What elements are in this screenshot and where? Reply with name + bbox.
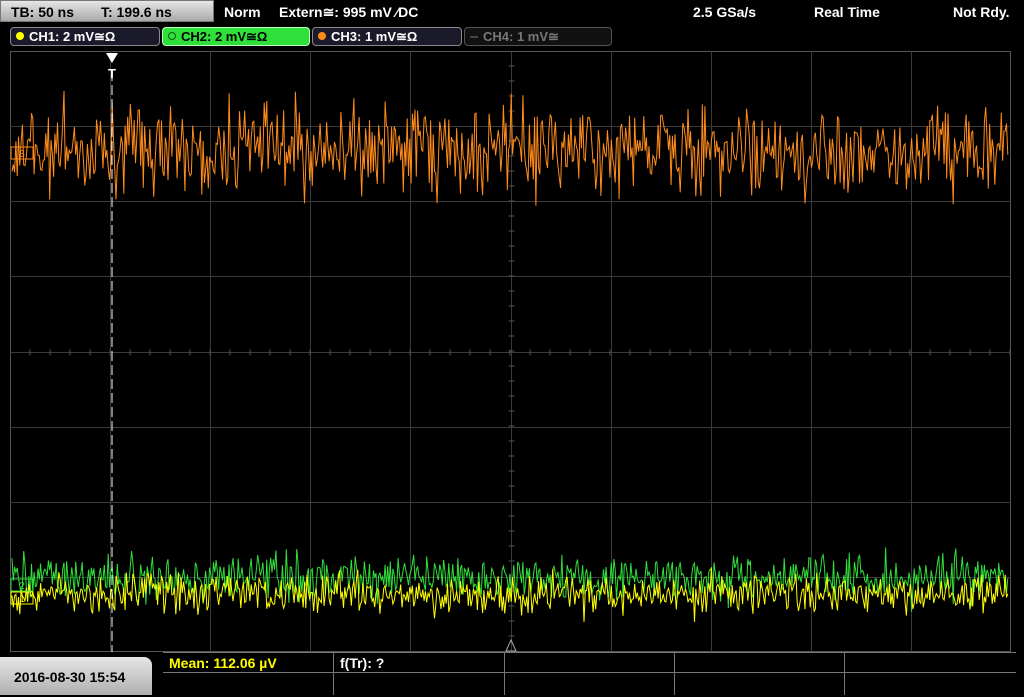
timebase-panel[interactable]: TB: 50 ns T: 199.6 ns bbox=[0, 0, 214, 22]
measurement-slot-4[interactable] bbox=[675, 653, 845, 673]
waveform-display[interactable]: T 3 2 1 bbox=[10, 51, 1011, 652]
channel-3-marker-label: 3 bbox=[19, 149, 25, 160]
measurement-slot-8[interactable] bbox=[505, 673, 675, 695]
channel-4-button[interactable]: CH4: 1 mV≅ bbox=[464, 27, 612, 46]
channel-2-button[interactable]: CH2: 2 mV≅Ω bbox=[162, 27, 310, 46]
channel-3-ground-marker[interactable]: 3 bbox=[10, 146, 34, 160]
frequency-measurement-value: f(Tr): ? bbox=[340, 655, 385, 671]
trigger-position-label: T bbox=[108, 66, 116, 81]
channel-1-label: CH1: 2 mV≅Ω bbox=[29, 29, 116, 44]
trigger-mode[interactable]: Norm bbox=[224, 0, 261, 24]
channel-2-dot-icon bbox=[168, 32, 176, 40]
trigger-source[interactable]: Extern≅: 995 mV ⁄DC bbox=[279, 0, 418, 24]
datetime-panel: 2016-08-30 15:54 bbox=[0, 657, 152, 695]
channel-3-waveform bbox=[11, 90, 1009, 206]
trigger-position-icon bbox=[106, 53, 118, 63]
channel-4-label: CH4: 1 mV≅ bbox=[483, 29, 559, 44]
measurement-panel[interactable]: Mean: 112.06 µV f(Tr): ? bbox=[163, 652, 1016, 696]
channel-1-dot-icon bbox=[16, 32, 24, 40]
mean-measurement-value: Mean: 112.06 µV bbox=[169, 655, 277, 671]
channel-2-marker-label: 2 bbox=[19, 581, 25, 592]
channel-4-dash-icon bbox=[470, 36, 478, 38]
timebase-readout: TB: 50 ns bbox=[11, 4, 75, 20]
status-bar: TB: 50 ns T: 199.6 ns Norm Extern≅: 995 … bbox=[0, 0, 1024, 24]
sample-rate: 2.5 GSa/s bbox=[693, 4, 757, 20]
channel-3-label: CH3: 1 mV≅Ω bbox=[331, 29, 418, 44]
channel-1-button[interactable]: CH1: 2 mV≅Ω bbox=[10, 27, 160, 46]
measurement-slot-6[interactable] bbox=[163, 673, 334, 695]
channel-3-dot-icon bbox=[318, 32, 326, 40]
mean-measurement[interactable]: Mean: 112.06 µV bbox=[163, 653, 334, 673]
channel-2-label: CH2: 2 mV≅Ω bbox=[181, 29, 268, 44]
channel-3-button[interactable]: CH3: 1 mV≅Ω bbox=[312, 27, 462, 46]
channel-bar: CH1: 2 mV≅Ω CH2: 2 mV≅Ω CH3: 1 mV≅Ω CH4:… bbox=[0, 25, 1024, 47]
measurement-slot-5[interactable] bbox=[845, 653, 1016, 673]
trigger-time-readout: T: 199.6 ns bbox=[101, 4, 172, 20]
measurement-slot-3[interactable] bbox=[505, 653, 675, 673]
datetime-readout: 2016-08-30 15:54 bbox=[14, 669, 126, 685]
channel-1-marker-label: 1 bbox=[19, 594, 25, 605]
acquisition-mode: Real Time bbox=[814, 4, 880, 20]
measurement-slot-9[interactable] bbox=[675, 673, 845, 695]
measurement-slot-7[interactable] bbox=[334, 673, 505, 695]
run-state: Not Rdy. bbox=[953, 4, 1010, 20]
frequency-measurement[interactable]: f(Tr): ? bbox=[334, 653, 505, 673]
